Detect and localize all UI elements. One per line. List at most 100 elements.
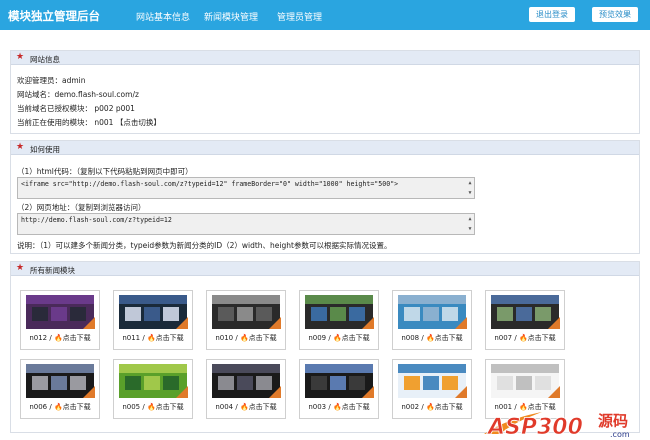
fire-icon: 🔥 [239, 403, 249, 411]
module-card[interactable]: n011 / 🔥点击下载 [113, 290, 193, 350]
nav-site-info[interactable]: 网站基本信息 [136, 10, 190, 23]
download-link[interactable]: 点击下载 [342, 334, 370, 342]
module-id: n006 [29, 403, 48, 411]
corner-ribbon-icon [269, 386, 281, 398]
star-icon: ★ [16, 52, 25, 62]
star-icon: ★ [16, 142, 25, 152]
download-link[interactable]: 点击下载 [435, 334, 463, 342]
corner-ribbon-icon [83, 317, 95, 329]
thumbnail-block [51, 376, 67, 390]
caption-separator: / [233, 334, 240, 342]
thumbnail-header [305, 364, 373, 373]
caption-separator: / [512, 334, 519, 342]
module-card[interactable]: n006 / 🔥点击下载 [20, 359, 100, 419]
corner-ribbon-icon [548, 317, 560, 329]
thumbnail-block [330, 307, 346, 321]
module-id: n002 [401, 403, 420, 411]
module-card[interactable]: n010 / 🔥点击下载 [206, 290, 286, 350]
fire-icon: 🔥 [239, 334, 249, 342]
thumbnail-header [119, 364, 187, 373]
thumbnail-block [497, 307, 513, 321]
module-id: n004 [215, 403, 234, 411]
thumbnail-block [404, 307, 420, 321]
nav-news-modules[interactable]: 新闻模块管理 [204, 10, 258, 23]
thumbnail-block [423, 376, 439, 390]
download-link[interactable]: 点击下载 [249, 334, 277, 342]
module-card[interactable]: n004 / 🔥点击下载 [206, 359, 286, 419]
svg-text:.com: .com [610, 430, 630, 439]
download-link[interactable]: 点击下载 [156, 403, 184, 411]
scroll-up-icon[interactable]: ▲ [466, 180, 474, 186]
site-info-panel: ★ 网站信息 欢迎管理员：admin 网站域名：demo.flash-soul.… [10, 50, 640, 134]
panel-title: 如何使用 [30, 145, 60, 154]
download-link[interactable]: 点击下载 [528, 334, 556, 342]
corner-ribbon-icon [362, 317, 374, 329]
module-caption: n003 / 🔥点击下载 [300, 402, 378, 412]
thumbnail-header [398, 295, 466, 304]
scroll-up-icon[interactable]: ▲ [466, 216, 474, 222]
caption-separator: / [140, 334, 147, 342]
module-card[interactable]: n002 / 🔥点击下载 [392, 359, 472, 419]
thumbnail-header [491, 364, 559, 373]
module-card[interactable]: n009 / 🔥点击下载 [299, 290, 379, 350]
scroll-down-icon[interactable]: ▼ [466, 226, 474, 232]
module-caption: n011 / 🔥点击下载 [114, 333, 192, 343]
corner-ribbon-icon [548, 386, 560, 398]
caption-separator: / [140, 403, 147, 411]
caption-separator: / [326, 334, 333, 342]
module-caption: n010 / 🔥点击下载 [207, 333, 285, 343]
download-link[interactable]: 点击下载 [342, 403, 370, 411]
thumbnail-block [404, 376, 420, 390]
fire-icon: 🔥 [332, 334, 342, 342]
corner-ribbon-icon [83, 386, 95, 398]
download-link[interactable]: 点击下载 [249, 403, 277, 411]
thumbnail-header [398, 364, 466, 373]
code-value: <iframe src="http://demo.flash-soul.com/… [21, 180, 399, 188]
thumbnail-header [26, 364, 94, 373]
svg-text:源码: 源码 [598, 412, 628, 430]
code-label: （1）html代码：（复制以下代码粘贴到网页中即可） [17, 167, 193, 176]
thumbnail-block [516, 307, 532, 321]
module-id: n010 [215, 334, 234, 342]
module-card[interactable]: n007 / 🔥点击下载 [485, 290, 565, 350]
module-card[interactable]: n008 / 🔥点击下载 [392, 290, 472, 350]
module-card[interactable]: n005 / 🔥点击下载 [113, 359, 193, 419]
current-module-line[interactable]: 当前正在使用的模块： n001 【点击切换】 [17, 117, 161, 128]
module-caption: n012 / 🔥点击下载 [21, 333, 99, 343]
download-link[interactable]: 点击下载 [63, 334, 91, 342]
module-card[interactable]: n003 / 🔥点击下载 [299, 359, 379, 419]
fire-icon: 🔥 [146, 334, 156, 342]
panel-header: ★ 网站信息 [11, 51, 639, 65]
caption-separator: / [326, 403, 333, 411]
download-link[interactable]: 点击下载 [63, 403, 91, 411]
usage-panel: ★ 如何使用 （1）html代码：（复制以下代码粘贴到网页中即可） <ifram… [10, 140, 640, 254]
download-link[interactable]: 点击下载 [435, 403, 463, 411]
code-textarea[interactable]: <iframe src="http://demo.flash-soul.com/… [17, 177, 475, 199]
star-icon: ★ [16, 263, 25, 273]
domain-line: 网站域名：demo.flash-soul.com/z [17, 90, 139, 99]
thumbnail-block [125, 307, 141, 321]
preview-button[interactable]: 预览效果 [592, 7, 638, 22]
module-card[interactable]: n012 / 🔥点击下载 [20, 290, 100, 350]
module-caption: n008 / 🔥点击下载 [393, 333, 471, 343]
panel-title: 所有新闻模块 [30, 266, 75, 275]
corner-ribbon-icon [176, 386, 188, 398]
caption-separator: / [419, 334, 426, 342]
thumbnail-block [237, 376, 253, 390]
nav-admin-management[interactable]: 管理员管理 [277, 10, 322, 23]
fire-icon: 🔥 [53, 334, 63, 342]
url-textarea[interactable]: http://demo.flash-soul.com/z?typeid=12 ▲… [17, 213, 475, 235]
thumbnail-block [32, 307, 48, 321]
download-link[interactable]: 点击下载 [156, 334, 184, 342]
logout-button[interactable]: 退出登录 [529, 7, 575, 22]
fire-icon: 🔥 [425, 403, 435, 411]
module-id: n008 [401, 334, 420, 342]
thumbnail-block [125, 376, 141, 390]
fire-icon: 🔥 [146, 403, 156, 411]
thumbnail-block [144, 376, 160, 390]
thumbnail-header [212, 295, 280, 304]
scroll-down-icon[interactable]: ▼ [466, 190, 474, 196]
thumbnail-block [516, 376, 532, 390]
panel-title: 网站信息 [30, 55, 60, 64]
admin-line: 欢迎管理员：admin [17, 76, 86, 85]
